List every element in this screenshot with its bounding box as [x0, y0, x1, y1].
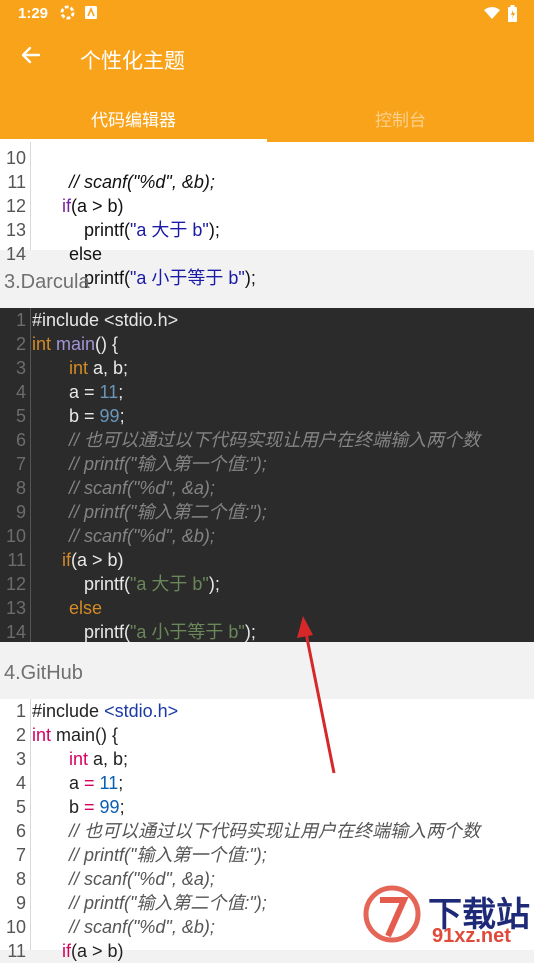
- line-number: 14: [5, 244, 26, 264]
- line-number: 10: [5, 917, 26, 937]
- line-number: 14: [5, 622, 26, 642]
- tab-indicator: [0, 139, 267, 142]
- theme-title-github: 4.GitHub: [4, 662, 83, 684]
- line-number: 2: [15, 334, 26, 354]
- code-line: printf("a 小于等于 b");: [84, 622, 256, 642]
- code-comment: // scanf("%d", &b);: [69, 917, 215, 937]
- code-line: else: [69, 244, 103, 264]
- settings-status-icon: [60, 5, 75, 20]
- line-number: 11: [7, 941, 26, 961]
- code-comment: // 也可以通过以下代码实现让用户在终端输入两个数: [69, 821, 481, 841]
- code-comment: // scanf("%d", &a);: [69, 478, 215, 498]
- line-number: 12: [5, 574, 26, 594]
- watermark-url: 91xz.net: [432, 925, 511, 947]
- tab-console[interactable]: 控制台: [267, 96, 534, 142]
- line-number: 13: [5, 598, 26, 618]
- status-time: 1:29: [18, 5, 49, 22]
- wifi-icon: [484, 7, 500, 19]
- line-number: 10: [5, 526, 26, 546]
- line-number: 1: [15, 701, 26, 721]
- code-line: else: [69, 598, 103, 618]
- line-number: 2: [15, 725, 26, 745]
- line-number: 9: [15, 893, 26, 913]
- code-line: b = 99;: [69, 406, 125, 426]
- code-line: #include <stdio.h>: [32, 701, 179, 721]
- app-header: 1:29 个性化主题 代码编辑器 控制台: [0, 0, 534, 142]
- line-number: 7: [15, 454, 26, 474]
- tab-bar: 代码编辑器 控制台: [0, 96, 534, 142]
- battery-icon: [508, 5, 517, 22]
- line-number: 3: [15, 358, 26, 378]
- line-number: 11: [7, 550, 26, 570]
- back-arrow-icon[interactable]: [18, 42, 44, 68]
- code-line: b = 99;: [69, 797, 125, 817]
- line-number: 9: [15, 502, 26, 522]
- code-line: if(a > b): [62, 941, 124, 961]
- code-comment: // printf("输入第一个值:");: [69, 454, 267, 474]
- theme-title-darcula: 3.Darcula: [4, 271, 90, 293]
- theme-list[interactable]: 10 // scanf("%d", &b); 11 if(a > b) 12 p…: [0, 0, 534, 961]
- page-title: 个性化主题: [80, 50, 185, 73]
- line-number: 5: [15, 797, 26, 817]
- code-comment: // 也可以通过以下代码实现让用户在终端输入两个数: [69, 430, 481, 450]
- line-number: 4: [15, 382, 26, 402]
- line-number: 6: [15, 821, 26, 841]
- code-line: if(a > b): [62, 550, 124, 570]
- code-line: int main() {: [32, 334, 119, 354]
- code-line: printf("a 小于等于 b");: [84, 268, 256, 288]
- code-line: int a, b;: [69, 749, 129, 769]
- line-number: 3: [15, 749, 26, 769]
- code-comment: // scanf("%d", &b);: [69, 526, 215, 546]
- line-number: 1: [15, 310, 26, 330]
- code-line: a = 11;: [69, 382, 124, 402]
- line-number: 8: [15, 478, 26, 498]
- line-number: 5: [15, 406, 26, 426]
- code-comment: // printf("输入第一个值:");: [69, 845, 267, 865]
- code-line: int main() {: [32, 725, 119, 745]
- app-bar: 个性化主题: [0, 28, 534, 88]
- code-line: printf("a 大于 b");: [84, 574, 220, 594]
- code-comment: // scanf("%d", &a);: [69, 869, 215, 889]
- theme-preview-2[interactable]: 10 // scanf("%d", &b); 11 if(a > b) 12 p…: [0, 132, 534, 288]
- line-number: 6: [15, 430, 26, 450]
- code-line: int a, b;: [69, 358, 129, 378]
- code-comment: // printf("输入第二个值:");: [69, 502, 267, 522]
- status-bar: 1:29: [0, 0, 534, 28]
- line-number: 8: [15, 869, 26, 889]
- code-line: a = 11;: [69, 773, 124, 793]
- line-number: 7: [15, 845, 26, 865]
- theme-preview-darcula[interactable]: 1 #include <stdio.h> 2 int main() { 3 int a…: [0, 308, 534, 642]
- tab-code-editor[interactable]: 代码编辑器: [0, 96, 267, 142]
- code-comment: // printf("输入第二个值:");: [69, 893, 267, 913]
- app-status-icon: [85, 6, 97, 19]
- code-line: #include <stdio.h>: [32, 310, 179, 330]
- line-number: 4: [15, 773, 26, 793]
